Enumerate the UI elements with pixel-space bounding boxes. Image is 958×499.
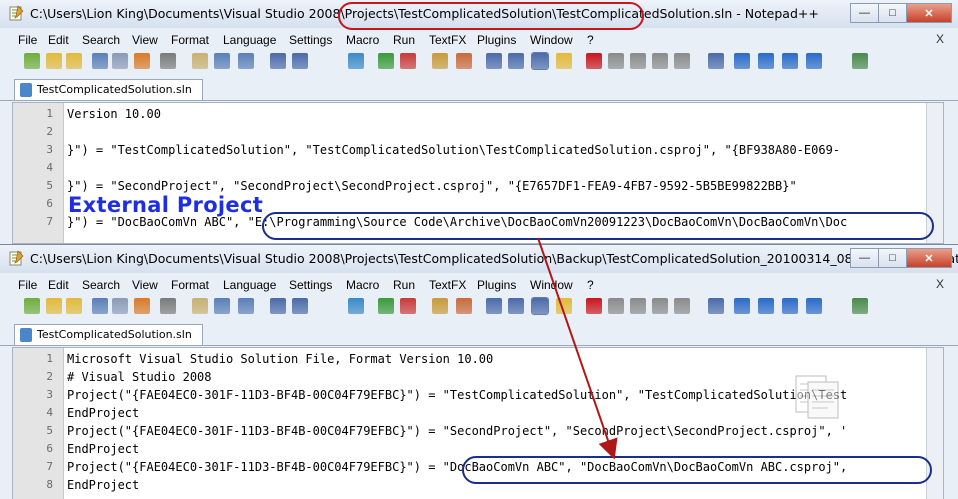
document-watermark-icon: [795, 375, 839, 419]
annotation-arrow: [537, 237, 618, 460]
